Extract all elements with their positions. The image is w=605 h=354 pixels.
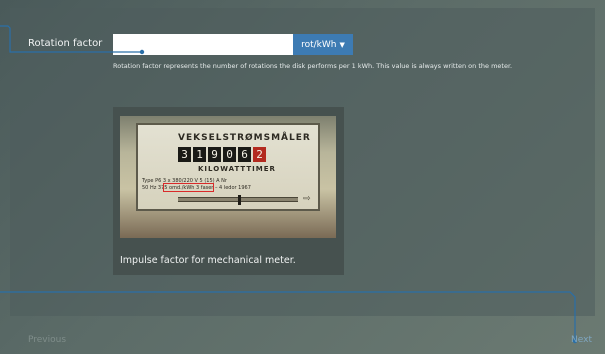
disk-mark xyxy=(238,195,241,205)
meter-photo: VEKSELSTRØMSMÅLER 3 1 9 0 6 2 KILOWATTTI… xyxy=(120,116,336,238)
unit-dropdown-button[interactable]: rot/kWh ▼ xyxy=(293,34,353,55)
illustration-card: VEKSELSTRØMSMÅLER 3 1 9 0 6 2 KILOWATTTI… xyxy=(113,107,344,275)
arrow-right-icon: ⇨ xyxy=(303,194,311,204)
meter-digit: 1 xyxy=(193,147,206,162)
illustration-caption: Impulse factor for mechanical meter. xyxy=(120,255,296,266)
meter-digit: 2 xyxy=(253,147,266,162)
meter-digit: 3 xyxy=(178,147,191,162)
meter-digits: 3 1 9 0 6 2 xyxy=(178,147,266,162)
unit-label: rot/kWh xyxy=(301,39,337,50)
previous-button[interactable]: Previous xyxy=(28,335,66,345)
rotation-factor-input[interactable] xyxy=(113,34,293,55)
rotation-factor-help: Rotation factor represents the number of… xyxy=(113,62,513,70)
meter-window: VEKSELSTRØMSMÅLER 3 1 9 0 6 2 KILOWATTTI… xyxy=(136,123,320,211)
rotation-factor-highlight xyxy=(163,183,214,192)
meter-subtitle: KILOWATTTIMER xyxy=(198,165,276,173)
rotation-factor-label: Rotation factor xyxy=(28,38,103,49)
meter-digit: 6 xyxy=(238,147,251,162)
meter-digit: 9 xyxy=(208,147,221,162)
meter-digit: 0 xyxy=(223,147,236,162)
meter-title: VEKSELSTRØMSMÅLER xyxy=(178,133,311,143)
caret-down-icon: ▼ xyxy=(339,40,345,49)
next-button[interactable]: Next xyxy=(571,335,592,345)
